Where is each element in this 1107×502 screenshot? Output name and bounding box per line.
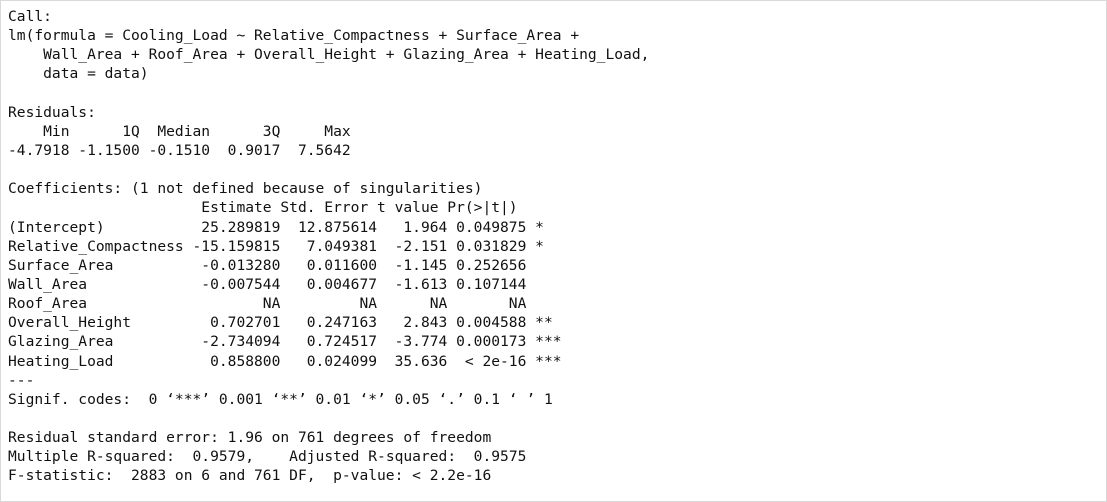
console-line: Surface_Area -0.013280 0.011600 -1.145 0… <box>8 256 562 274</box>
console-line: Wall_Area + Roof_Area + Overall_Height +… <box>8 46 659 64</box>
console-line: Signif. codes: 0 ‘***’ 0.001 ‘**’ 0.01 ‘… <box>8 390 553 408</box>
console-line: (Intercept) 25.289819 12.875614 1.964 0.… <box>8 218 562 236</box>
console-line: F-statistic: 2883 on 6 and 761 DF, p-val… <box>8 467 492 485</box>
console-line: Roof_Area NA NA NA NA <box>8 295 562 313</box>
console-line: Multiple R-squared: 0.9579, Adjusted R-s… <box>8 448 536 466</box>
console-line: Estimate Std. Error t value Pr(>|t|) <box>8 199 553 217</box>
regression-summary-text: Call: lm(formula = Cooling_Load ~ Relativ… <box>8 7 658 486</box>
console-output-panel: Call: lm(formula = Cooling_Load ~ Relativ… <box>0 0 1107 502</box>
console-line: -4.7918 -1.1500 -0.1510 0.9017 7.5642 <box>8 141 360 159</box>
console-line: Residuals: <box>8 103 96 121</box>
console-line: Heating_Load 0.858800 0.024099 35.636 < … <box>8 352 562 370</box>
console-line: Overall_Height 0.702701 0.247163 2.843 0… <box>8 314 562 332</box>
console-line: Relative_Compactness -15.159815 7.049381… <box>8 237 562 255</box>
console-line: Glazing_Area -2.734094 0.724517 -3.774 0… <box>8 333 562 351</box>
console-line: lm(formula = Cooling_Load ~ Relative_Com… <box>8 27 588 45</box>
console-line: Residual standard error: 1.96 on 761 deg… <box>8 429 492 447</box>
console-line: Min 1Q Median 3Q Max <box>8 122 360 140</box>
console-line: Wall_Area -0.007544 0.004677 -1.613 0.10… <box>8 275 562 293</box>
console-line: Call: <box>8 8 52 25</box>
console-line: Coefficients: (1 not defined because of … <box>8 180 483 198</box>
console-line: data = data) <box>8 65 149 83</box>
console-line: --- <box>8 371 35 389</box>
